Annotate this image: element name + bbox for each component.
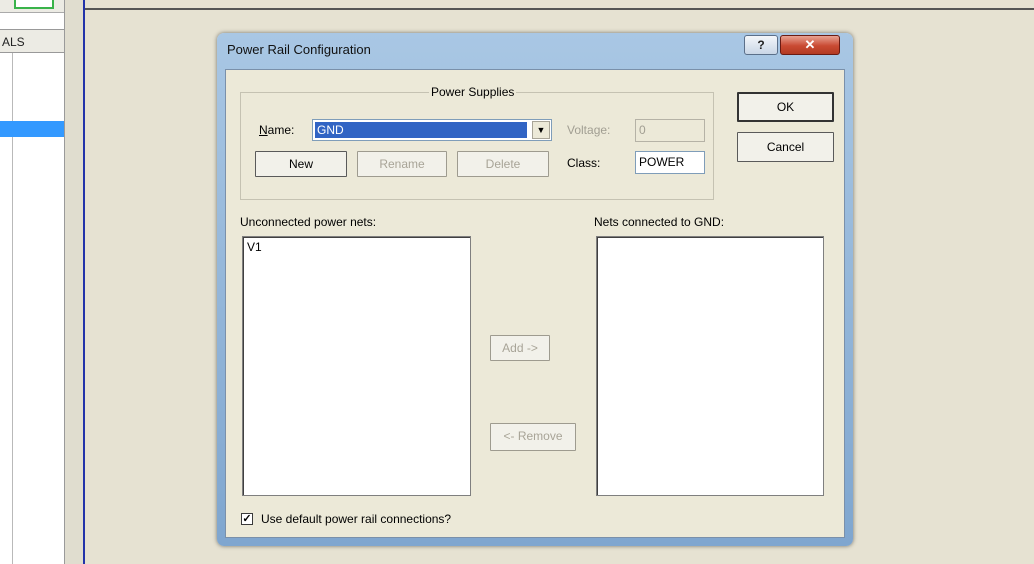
add-button[interactable]: Add -> — [490, 335, 550, 361]
splitter[interactable] — [65, 0, 85, 564]
voltage-label: Voltage: — [567, 123, 611, 137]
dialog-client: Power Supplies Name: GND ▼ Voltage: 0 Ne… — [225, 69, 845, 538]
cancel-button-label: Cancel — [766, 140, 805, 154]
dialog-title-bar[interactable]: Power Rail Configuration ? ✕ — [217, 33, 853, 69]
help-icon: ? — [757, 38, 765, 52]
connected-nets-list[interactable] — [596, 236, 824, 496]
use-default-label: Use default power rail connections? — [261, 512, 452, 526]
rename-button-label: Rename — [379, 157, 425, 171]
canvas-border-line — [85, 8, 1034, 10]
ok-button[interactable]: OK — [737, 92, 834, 122]
unconnected-nets-list[interactable]: V1 — [242, 236, 471, 496]
delete-button-label: Delete — [485, 157, 521, 171]
name-label: Name: — [259, 123, 295, 137]
voltage-field[interactable]: 0 — [635, 119, 705, 142]
dropdown-arrow-icon[interactable]: ▼ — [532, 121, 550, 139]
name-select-value: GND — [315, 122, 527, 138]
dialog-title: Power Rail Configuration — [227, 42, 371, 57]
panel-header[interactable]: ALS — [0, 29, 64, 53]
unconnected-nets-label: Unconnected power nets: — [240, 215, 377, 229]
ok-button-label: OK — [776, 100, 795, 114]
left-panel: ALS — [0, 0, 65, 564]
class-field[interactable]: POWER — [635, 151, 705, 174]
help-button[interactable]: ? — [744, 35, 778, 55]
use-default-checkbox[interactable]: ✓ — [241, 513, 253, 525]
remove-button[interactable]: <- Remove — [490, 423, 576, 451]
power-supplies-group: Power Supplies Name: GND ▼ Voltage: 0 Ne… — [240, 85, 714, 200]
list-item[interactable]: V1 — [243, 237, 470, 254]
delete-button[interactable]: Delete — [457, 151, 549, 177]
cancel-button[interactable]: Cancel — [737, 132, 834, 162]
name-label-rest: ame: — [267, 123, 295, 137]
class-label: Class: — [567, 156, 601, 170]
add-button-label: Add -> — [502, 341, 538, 355]
power-supplies-legend: Power Supplies — [429, 85, 517, 99]
new-button-label: New — [288, 157, 313, 171]
rename-button[interactable]: Rename — [357, 151, 447, 177]
name-select[interactable]: GND ▼ — [312, 119, 552, 141]
remove-button-label: <- Remove — [503, 429, 563, 443]
connected-nets-label: Nets connected to GND: — [594, 215, 725, 229]
close-button[interactable]: ✕ — [780, 35, 840, 55]
close-icon: ✕ — [804, 37, 816, 52]
checkmark-icon: ✓ — [242, 513, 252, 525]
panel-green-tab[interactable] — [14, 0, 54, 9]
power-rail-dialog: Power Rail Configuration ? ✕ Power Suppl… — [217, 33, 853, 546]
panel-selected-row[interactable] — [0, 121, 64, 137]
new-button[interactable]: New — [255, 151, 347, 177]
